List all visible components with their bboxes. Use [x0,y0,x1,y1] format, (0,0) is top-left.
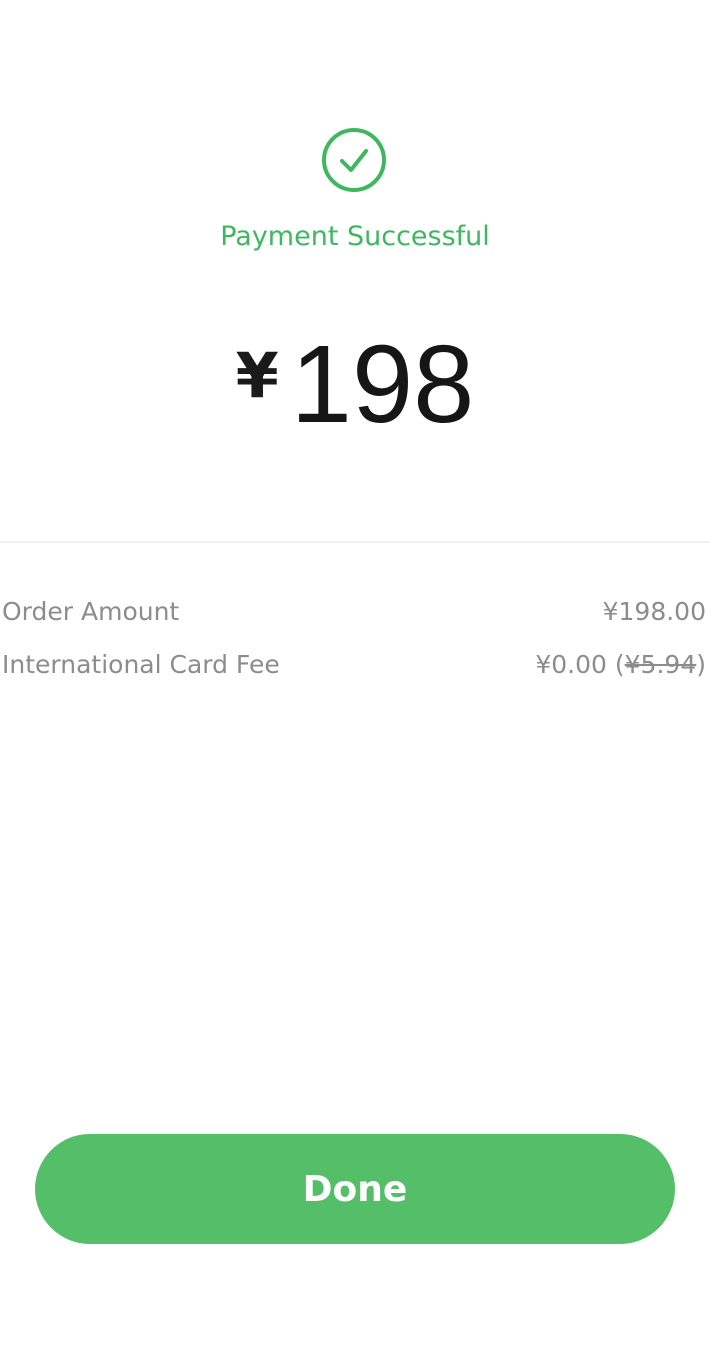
divider [0,541,710,543]
card-fee-value-group: ¥0.00 (¥5.94) [535,650,706,679]
checkmark-circle-icon [320,126,388,194]
card-fee-row: International Card Fee ¥0.00 (¥5.94) [0,646,706,682]
card-fee-label: International Card Fee [2,649,280,679]
payment-amount: ¥198 [0,325,710,445]
card-fee-open-paren: ( [606,649,625,679]
order-amount-value: ¥198.00 [602,596,706,626]
card-fee-original-price: ¥5.94 [624,649,697,679]
order-amount-row: Order Amount ¥198.00 [0,593,706,629]
amount-value: 198 [290,323,475,446]
payment-status-message: Payment Successful [220,221,490,252]
card-fee-value: ¥0.00 [535,649,607,679]
card-fee-close-paren: ) [696,649,706,679]
done-button[interactable]: Done [35,1134,675,1244]
currency-symbol: ¥ [235,339,279,412]
order-amount-label: Order Amount [2,596,180,626]
